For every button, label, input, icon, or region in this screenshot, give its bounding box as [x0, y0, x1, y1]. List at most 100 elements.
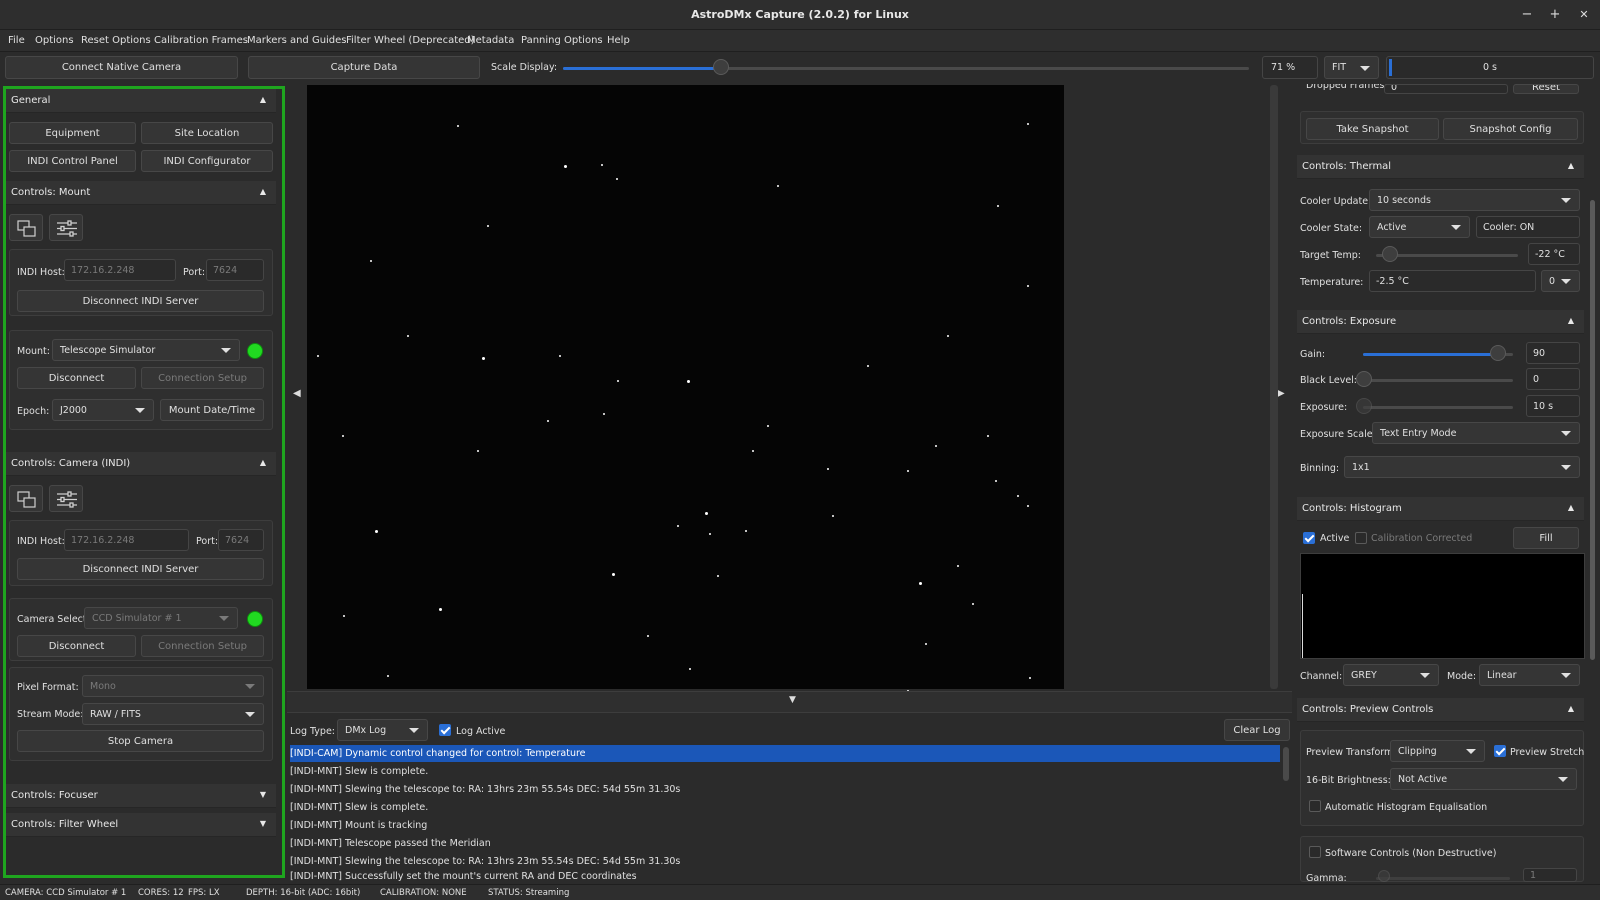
equipment-button[interactable]: Equipment	[9, 122, 136, 144]
stream-mode-select[interactable]: RAW / FITS	[82, 703, 264, 725]
log-row[interactable]: [INDI-MNT] Mount is tracking	[290, 817, 1280, 834]
section-general[interactable]: General ▲	[6, 89, 276, 113]
section-mount[interactable]: Controls: Mount ▲	[6, 181, 276, 205]
temperature-unit-select[interactable]: 0	[1541, 270, 1580, 292]
mode-select[interactable]: Linear	[1479, 664, 1580, 686]
camera-indi-host-input[interactable]: 172.16.2.248	[64, 529, 189, 551]
mount-disconnect-button[interactable]: Disconnect	[17, 367, 136, 389]
log-row[interactable]: [INDI-MNT] Successfully set the mount's …	[290, 871, 1280, 883]
menu-reset-options[interactable]: Reset Options	[81, 35, 151, 46]
section-preview-controls[interactable]: Controls: Preview Controls ▲	[1297, 698, 1584, 722]
histogram-active-checkbox[interactable]	[1303, 532, 1315, 544]
preview-transform-select[interactable]: Clipping	[1390, 740, 1485, 762]
log-row[interactable]: [INDI-MNT] Telescope passed the Meridian	[290, 835, 1280, 852]
cooler-state-select[interactable]: Active	[1369, 216, 1470, 238]
capture-data-button[interactable]: Capture Data	[248, 56, 480, 79]
pixel-format-select[interactable]: Mono	[82, 675, 264, 697]
brightness-select[interactable]: Not Active	[1390, 768, 1577, 790]
menu-filter-wheel[interactable]: Filter Wheel (Deprecated)	[346, 35, 475, 46]
scale-value-field[interactable]: 71 %	[1262, 56, 1318, 79]
section-camera-indi[interactable]: Controls: Camera (INDI) ▲	[6, 452, 276, 476]
black-level-slider-track[interactable]	[1363, 379, 1513, 382]
mount-port-input[interactable]: 7624	[206, 259, 264, 281]
indi-configurator-button[interactable]: INDI Configurator	[141, 150, 273, 172]
camera-port-input[interactable]: 7624	[218, 529, 264, 551]
pan-right-icon[interactable]: ▶	[1277, 388, 1285, 399]
log-row[interactable]: [INDI-MNT] Slew is complete.	[290, 799, 1280, 816]
histogram-fill-button[interactable]: Fill	[1513, 527, 1579, 549]
connect-native-camera-button[interactable]: Connect Native Camera	[5, 56, 238, 79]
gain-field[interactable]: 90	[1526, 342, 1580, 364]
maximize-button[interactable]: +	[1546, 6, 1564, 24]
log-row[interactable]: [INDI-CAM] Dynamic control changed for c…	[290, 745, 1280, 762]
close-button[interactable]: ✕	[1575, 6, 1593, 24]
camera-connection-setup-button[interactable]: Connection Setup	[141, 635, 264, 657]
pan-left-icon[interactable]: ◀	[293, 388, 301, 399]
mount-connected-indicator	[247, 343, 263, 359]
mount-disconnect-indi-server-button[interactable]: Disconnect INDI Server	[17, 290, 264, 312]
exposure-field[interactable]: 10 s	[1526, 395, 1580, 417]
log-scrollbar[interactable]	[1283, 747, 1289, 781]
epoch-select[interactable]: J2000	[52, 399, 154, 421]
snapshot-config-button[interactable]: Snapshot Config	[1443, 118, 1578, 140]
section-histogram[interactable]: Controls: Histogram ▲	[1297, 497, 1584, 521]
camera-detach-button[interactable]	[9, 485, 43, 512]
gamma-slider-track[interactable]	[1376, 877, 1510, 880]
exposure-slider-track[interactable]	[1363, 406, 1513, 409]
cooler-update-select[interactable]: 10 seconds	[1369, 189, 1580, 211]
black-level-slider-handle[interactable]	[1356, 371, 1372, 387]
black-level-field[interactable]: 0	[1526, 368, 1580, 390]
camera-disconnect-indi-server-button[interactable]: Disconnect INDI Server	[17, 558, 264, 580]
gamma-field[interactable]: 1	[1523, 868, 1577, 882]
reset-button[interactable]: Reset	[1513, 84, 1579, 94]
log-row[interactable]: [INDI-MNT] Slewing the telescope to: RA:…	[290, 781, 1280, 798]
viewer-vertical-scrollbar[interactable]	[1270, 85, 1278, 689]
section-filter-wheel[interactable]: Controls: Filter Wheel ▼	[6, 813, 276, 837]
mount-settings-button[interactable]	[49, 214, 83, 241]
section-focuser[interactable]: Controls: Focuser ▼	[6, 784, 276, 808]
section-thermal[interactable]: Controls: Thermal ▲	[1297, 155, 1584, 179]
preview-stretch-checkbox[interactable]	[1494, 745, 1506, 757]
menu-metadata[interactable]: Metadata	[467, 35, 514, 46]
section-exposure[interactable]: Controls: Exposure ▲	[1297, 310, 1584, 334]
camera-settings-button[interactable]	[49, 485, 83, 512]
mount-connection-setup-button[interactable]: Connection Setup	[141, 367, 264, 389]
binning-select[interactable]: 1x1	[1344, 456, 1580, 478]
stop-camera-button[interactable]: Stop Camera	[17, 730, 264, 752]
mount-indi-host-input[interactable]: 172.16.2.248	[64, 259, 176, 281]
log-active-checkbox[interactable]	[439, 724, 451, 736]
mount-select[interactable]: Telescope Simulator	[52, 339, 240, 361]
log-type-select[interactable]: DMx Log	[337, 719, 428, 741]
log-row[interactable]: [INDI-MNT] Slewing the telescope to: RA:…	[290, 853, 1280, 870]
target-temp-field[interactable]: -22 °C	[1528, 243, 1580, 265]
menu-file[interactable]: File	[8, 35, 25, 46]
log-row[interactable]: [INDI-MNT] Slew is complete.	[290, 763, 1280, 780]
menu-panning-options[interactable]: Panning Options	[521, 35, 603, 46]
menu-options[interactable]: Options	[35, 35, 74, 46]
take-snapshot-button[interactable]: Take Snapshot	[1306, 118, 1439, 140]
menu-help[interactable]: Help	[607, 35, 630, 46]
minimize-button[interactable]: −	[1518, 6, 1536, 24]
gain-slider-handle[interactable]	[1490, 345, 1506, 361]
indi-control-panel-button[interactable]: INDI Control Panel	[9, 150, 136, 172]
auto-histogram-equalisation-checkbox[interactable]	[1309, 800, 1321, 812]
software-controls-checkbox[interactable]	[1309, 846, 1321, 858]
mount-detach-button[interactable]	[9, 214, 43, 241]
scale-display-slider-handle[interactable]	[712, 59, 729, 75]
gamma-slider-handle[interactable]	[1378, 870, 1390, 882]
collapse-up-icon: ▲	[1567, 160, 1574, 170]
camera-disconnect-button[interactable]: Disconnect	[17, 635, 136, 657]
collapse-down-icon[interactable]: ▼	[789, 695, 796, 705]
calibration-corrected-checkbox[interactable]	[1355, 532, 1367, 544]
fit-select[interactable]: FIT	[1324, 56, 1379, 79]
channel-select[interactable]: GREY	[1343, 664, 1439, 686]
exposure-slider-handle[interactable]	[1356, 398, 1372, 414]
site-location-button[interactable]: Site Location	[141, 122, 273, 144]
menu-markers-guides[interactable]: Markers and Guides	[247, 35, 347, 46]
exposure-scale-select[interactable]: Text Entry Mode	[1372, 422, 1580, 444]
clear-log-button[interactable]: Clear Log	[1224, 719, 1290, 741]
right-panel-scrollbar[interactable]	[1590, 200, 1595, 660]
mount-date-time-button[interactable]: Mount Date/Time	[160, 399, 264, 421]
menu-calibration-frames[interactable]: Calibration Frames	[154, 35, 248, 46]
camera-select[interactable]: CCD Simulator # 1	[84, 607, 238, 629]
